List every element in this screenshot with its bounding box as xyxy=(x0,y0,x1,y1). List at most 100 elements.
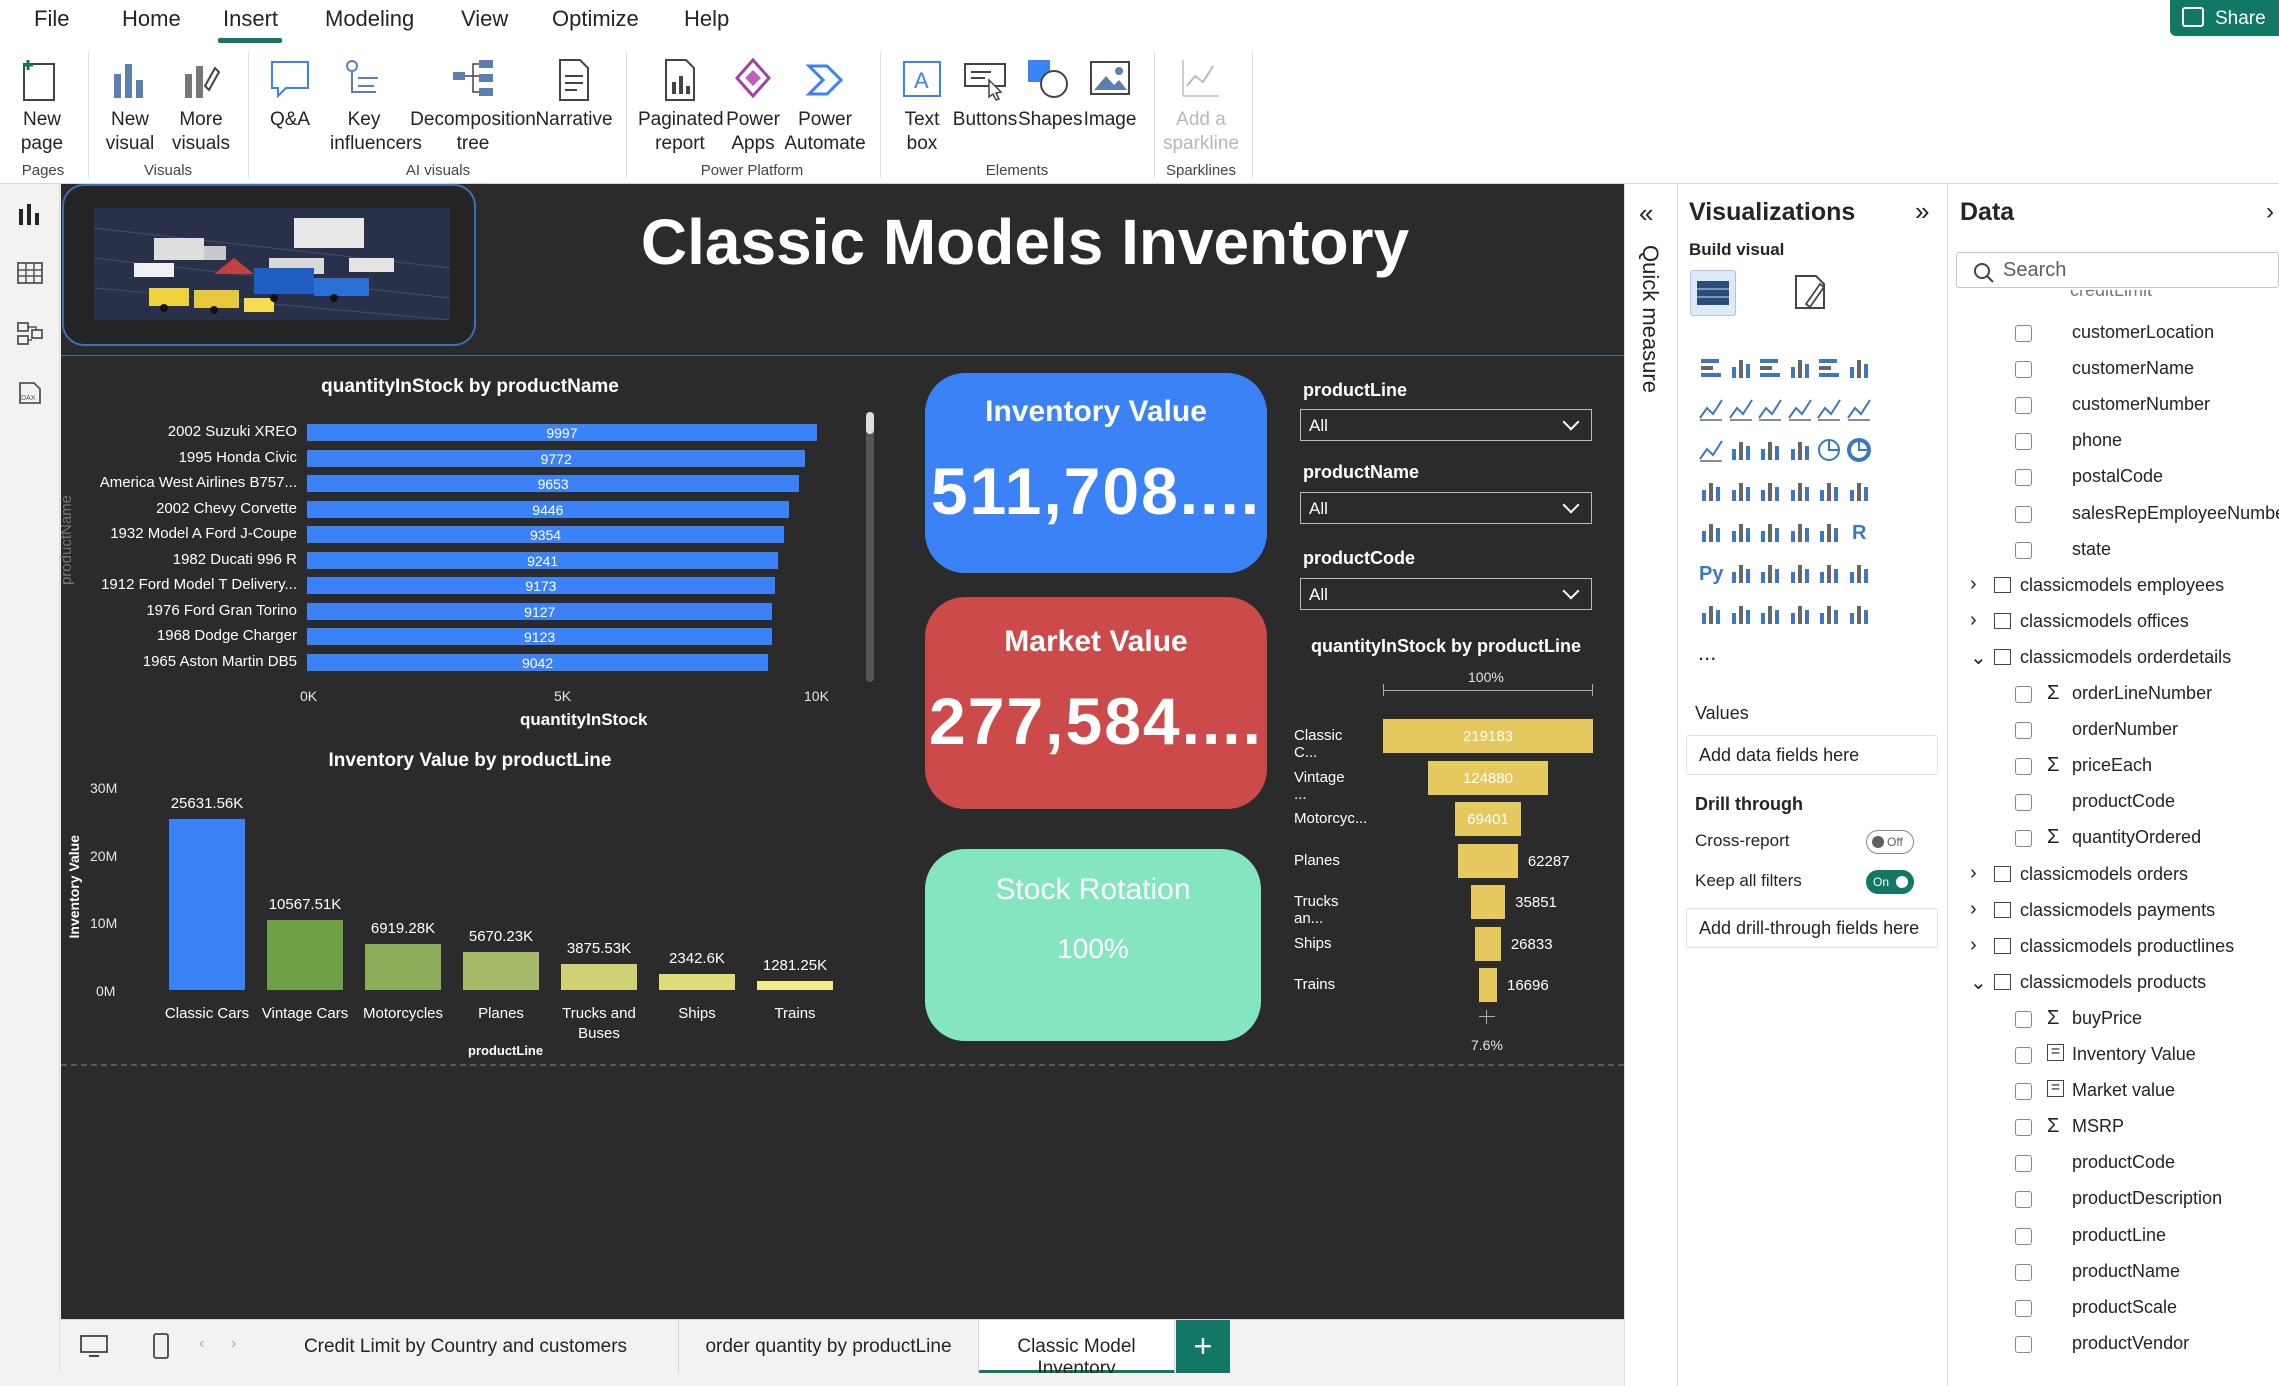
new-visual-button[interactable]: New visual xyxy=(100,56,160,156)
field-checkbox[interactable] xyxy=(2015,325,2032,342)
field-item[interactable]: MSRP xyxy=(2072,1116,2124,1137)
field-item[interactable]: buyPrice xyxy=(2072,1008,2142,1029)
field-creditlimit-partial[interactable]: creditLimit xyxy=(2070,290,2152,301)
table-item[interactable]: classicmodels employees xyxy=(2020,575,2224,596)
donut-chart-icon[interactable] xyxy=(1846,437,1872,463)
field-checkbox[interactable] xyxy=(2015,1299,2032,1317)
card-icon[interactable] xyxy=(1846,478,1872,504)
card-new-icon[interactable] xyxy=(1728,601,1754,627)
line-clustered-column-chart-icon[interactable] xyxy=(1846,396,1872,422)
chevron-right-icon[interactable]: › xyxy=(1970,609,1977,632)
collapse-pane-icon[interactable]: » xyxy=(1915,196,1929,227)
field-item[interactable]: state xyxy=(2072,539,2111,560)
model-view-icon[interactable] xyxy=(16,320,44,346)
dax-query-view-icon[interactable]: DAX xyxy=(16,380,44,406)
power-apps-button[interactable]: Power Apps xyxy=(722,56,784,156)
menu-home[interactable]: Home xyxy=(122,6,181,32)
field-item[interactable]: orderNumber xyxy=(2072,719,2178,740)
tab-scroll-right-icon[interactable]: › xyxy=(231,1335,236,1353)
field-item[interactable]: orderLineNumber xyxy=(2072,683,2212,704)
field-checkbox[interactable] xyxy=(2015,1083,2032,1101)
smart-narrative-icon[interactable] xyxy=(1816,560,1842,586)
stacked-area-chart-icon[interactable] xyxy=(1757,396,1783,422)
field-item[interactable]: productDescription xyxy=(2072,1188,2222,1209)
ribbon-chart-icon[interactable] xyxy=(1698,437,1724,463)
cross-report-toggle[interactable]: Off xyxy=(1866,830,1914,854)
funnel-bar[interactable] xyxy=(1475,926,1501,961)
field-item[interactable]: productLine xyxy=(2072,1225,2166,1246)
map-icon[interactable] xyxy=(1728,478,1754,504)
line-chart-icon[interactable] xyxy=(1698,396,1724,422)
hbar-scroll-thumb[interactable] xyxy=(866,412,874,434)
field-checkbox[interactable] xyxy=(2015,505,2032,523)
line-stacked-column-chart-icon[interactable] xyxy=(1816,396,1842,422)
menu-optimize[interactable]: Optimize xyxy=(552,6,639,32)
format-visual-tab[interactable] xyxy=(1790,270,1830,314)
filled-map-icon[interactable] xyxy=(1757,478,1783,504)
python-visual-icon[interactable]: Py xyxy=(1698,560,1724,586)
more-visuals-button[interactable]: More visuals xyxy=(166,56,236,156)
field-item[interactable]: productScale xyxy=(2072,1297,2177,1318)
funnel-bar[interactable] xyxy=(1479,968,1497,1002)
share-button[interactable]: Share xyxy=(2170,0,2279,36)
menu-view[interactable]: View xyxy=(461,6,508,32)
kpi-icon[interactable] xyxy=(1728,519,1754,545)
chevron-right-icon[interactable]: › xyxy=(1970,898,1977,921)
table-item[interactable]: classicmodels orderdetails xyxy=(2020,647,2231,668)
decomposition-tree-button[interactable]: Decomposition tree xyxy=(408,56,538,156)
pie-chart-icon[interactable] xyxy=(1816,437,1842,463)
table-item[interactable]: classicmodels productlines xyxy=(2020,936,2234,957)
menu-insert[interactable]: Insert xyxy=(223,6,278,32)
field-checkbox[interactable] xyxy=(2015,830,2032,848)
vbar-bar[interactable] xyxy=(659,974,735,990)
field-item[interactable]: quantityOrdered xyxy=(2072,827,2201,848)
slicer-icon[interactable] xyxy=(1757,519,1783,545)
goals-icon[interactable] xyxy=(1846,560,1872,586)
more-visuals-ellipsis[interactable]: ... xyxy=(1698,640,1716,666)
report-view-icon[interactable] xyxy=(16,201,44,227)
treemap-icon[interactable] xyxy=(1698,478,1724,504)
desktop-layout-icon[interactable] xyxy=(79,1334,109,1358)
field-checkbox[interactable] xyxy=(2015,1335,2032,1353)
chevron-right-icon[interactable]: › xyxy=(1970,573,1977,596)
table-view-icon[interactable] xyxy=(16,260,44,286)
key-influencers-button[interactable]: Key influencers xyxy=(330,56,422,156)
tab-order-quantity[interactable]: order quantity by productLine xyxy=(679,1320,979,1374)
field-checkbox[interactable] xyxy=(2015,397,2032,415)
build-visual-tab[interactable] xyxy=(1690,270,1736,316)
field-item[interactable]: productCode xyxy=(2072,1152,2175,1173)
add-sparkline-button[interactable]: Add a sparkline xyxy=(1160,56,1242,156)
stock-rotation-card[interactable]: Stock Rotation 100% xyxy=(925,849,1261,1041)
slicer-productline-dropdown[interactable]: All xyxy=(1300,409,1592,441)
chevron-down-icon[interactable]: ⌄ xyxy=(1970,645,1987,670)
field-checkbox[interactable] xyxy=(2015,469,2032,487)
field-item[interactable]: postalCode xyxy=(2072,466,2163,487)
field-checkbox[interactable] xyxy=(2015,361,2032,379)
slicer-productcode-dropdown[interactable]: All xyxy=(1300,578,1592,610)
values-drop-zone[interactable]: Add data fields here xyxy=(1686,735,1938,775)
new-page-button[interactable]: New page xyxy=(8,56,76,156)
vbar-bar[interactable] xyxy=(757,981,833,990)
field-checkbox[interactable] xyxy=(2015,722,2032,740)
field-item[interactable]: productVendor xyxy=(2072,1333,2189,1354)
matrix-icon[interactable] xyxy=(1816,519,1842,545)
field-item[interactable]: priceEach xyxy=(2072,755,2152,776)
field-item[interactable]: customerName xyxy=(2072,358,2194,379)
menu-file[interactable]: File xyxy=(34,6,69,32)
table-item[interactable]: classicmodels products xyxy=(2020,972,2206,993)
shapes-button[interactable]: Shapes xyxy=(1018,56,1082,132)
field-checkbox[interactable] xyxy=(2015,1227,2032,1245)
field-checkbox[interactable] xyxy=(2015,794,2032,812)
decomposition-tree-visual-icon[interactable] xyxy=(1757,560,1783,586)
collapse-data-pane-icon[interactable]: › xyxy=(2266,198,2274,226)
100-stacked-area-chart-icon[interactable] xyxy=(1787,396,1813,422)
narrative-button[interactable]: Narrative xyxy=(534,56,614,132)
key-influencers-visual-icon[interactable] xyxy=(1728,560,1754,586)
field-checkbox[interactable] xyxy=(2015,686,2032,703)
table-icon[interactable] xyxy=(1787,519,1813,545)
field-item[interactable]: salesRepEmployeeNumber xyxy=(2072,503,2279,524)
field-item[interactable]: phone xyxy=(2072,430,2122,451)
tab-classic-model-inventory[interactable]: Classic Model Inventory xyxy=(979,1320,1175,1379)
field-checkbox[interactable] xyxy=(2015,1010,2032,1028)
power-automate-button[interactable]: Power Automate xyxy=(784,56,866,156)
